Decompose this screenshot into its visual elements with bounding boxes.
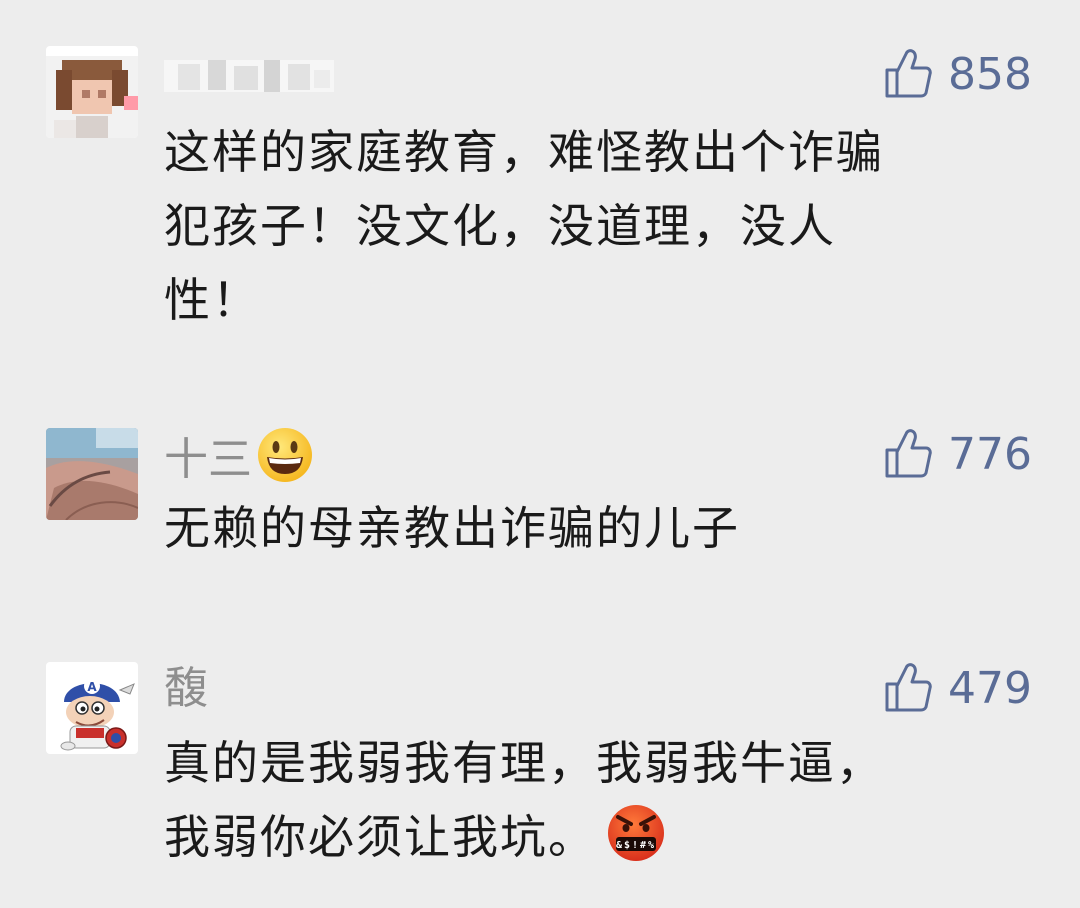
comment-text-line: 我弱你必须让我坑。 &$!#%	[164, 800, 1024, 874]
cursing-face-emoji-icon: &$!#%	[606, 803, 666, 863]
thumbs-up-icon	[885, 429, 932, 478]
avatar-blurred[interactable]	[46, 46, 138, 138]
avatar-hand-photo[interactable]	[46, 428, 138, 520]
like-count: 858	[948, 48, 1032, 100]
comment-text-line: 性！	[164, 273, 260, 327]
thumbs-up-icon	[885, 49, 932, 98]
comment-text-line: 无赖的母亲教出诈骗的儿子	[164, 501, 740, 555]
like-button[interactable]: 479	[884, 660, 1032, 716]
like-button[interactable]: 858	[884, 46, 1032, 102]
comment-text: 这样的家庭教育，难怪教出个诈骗 犯孩子！没文化，没道理，没人 性！	[164, 115, 1024, 337]
like-button[interactable]: 776	[884, 426, 1032, 482]
username-text: 馥	[164, 663, 208, 714]
grinning-face-emoji-icon	[256, 426, 314, 484]
username-blurred[interactable]	[164, 46, 334, 102]
like-count: 479	[948, 662, 1032, 714]
thumbs-up-icon	[885, 663, 932, 712]
avatar-cartoon[interactable]: A	[46, 662, 138, 754]
comment-text-line-content: 我弱你必须让我坑。	[164, 810, 596, 864]
comment-text: 无赖的母亲教出诈骗的儿子	[164, 491, 1024, 565]
comment-text-line: 真的是我弱我有理，我弱我牛逼，	[164, 736, 884, 790]
username[interactable]: 馥	[164, 661, 208, 717]
cursing-symbols: &$!#%	[616, 840, 656, 851]
svg-text:A: A	[87, 680, 97, 694]
username-text: 十三	[164, 434, 252, 485]
comment-text: 真的是我弱我有理，我弱我牛逼， 我弱你必须让我坑。 &$!#%	[164, 726, 1024, 874]
like-count: 776	[948, 428, 1032, 480]
comment-text-line: 犯孩子！没文化，没道理，没人	[164, 199, 836, 253]
username[interactable]: 十三	[164, 426, 314, 488]
comment-text-line: 这样的家庭教育，难怪教出个诈骗	[164, 125, 884, 179]
